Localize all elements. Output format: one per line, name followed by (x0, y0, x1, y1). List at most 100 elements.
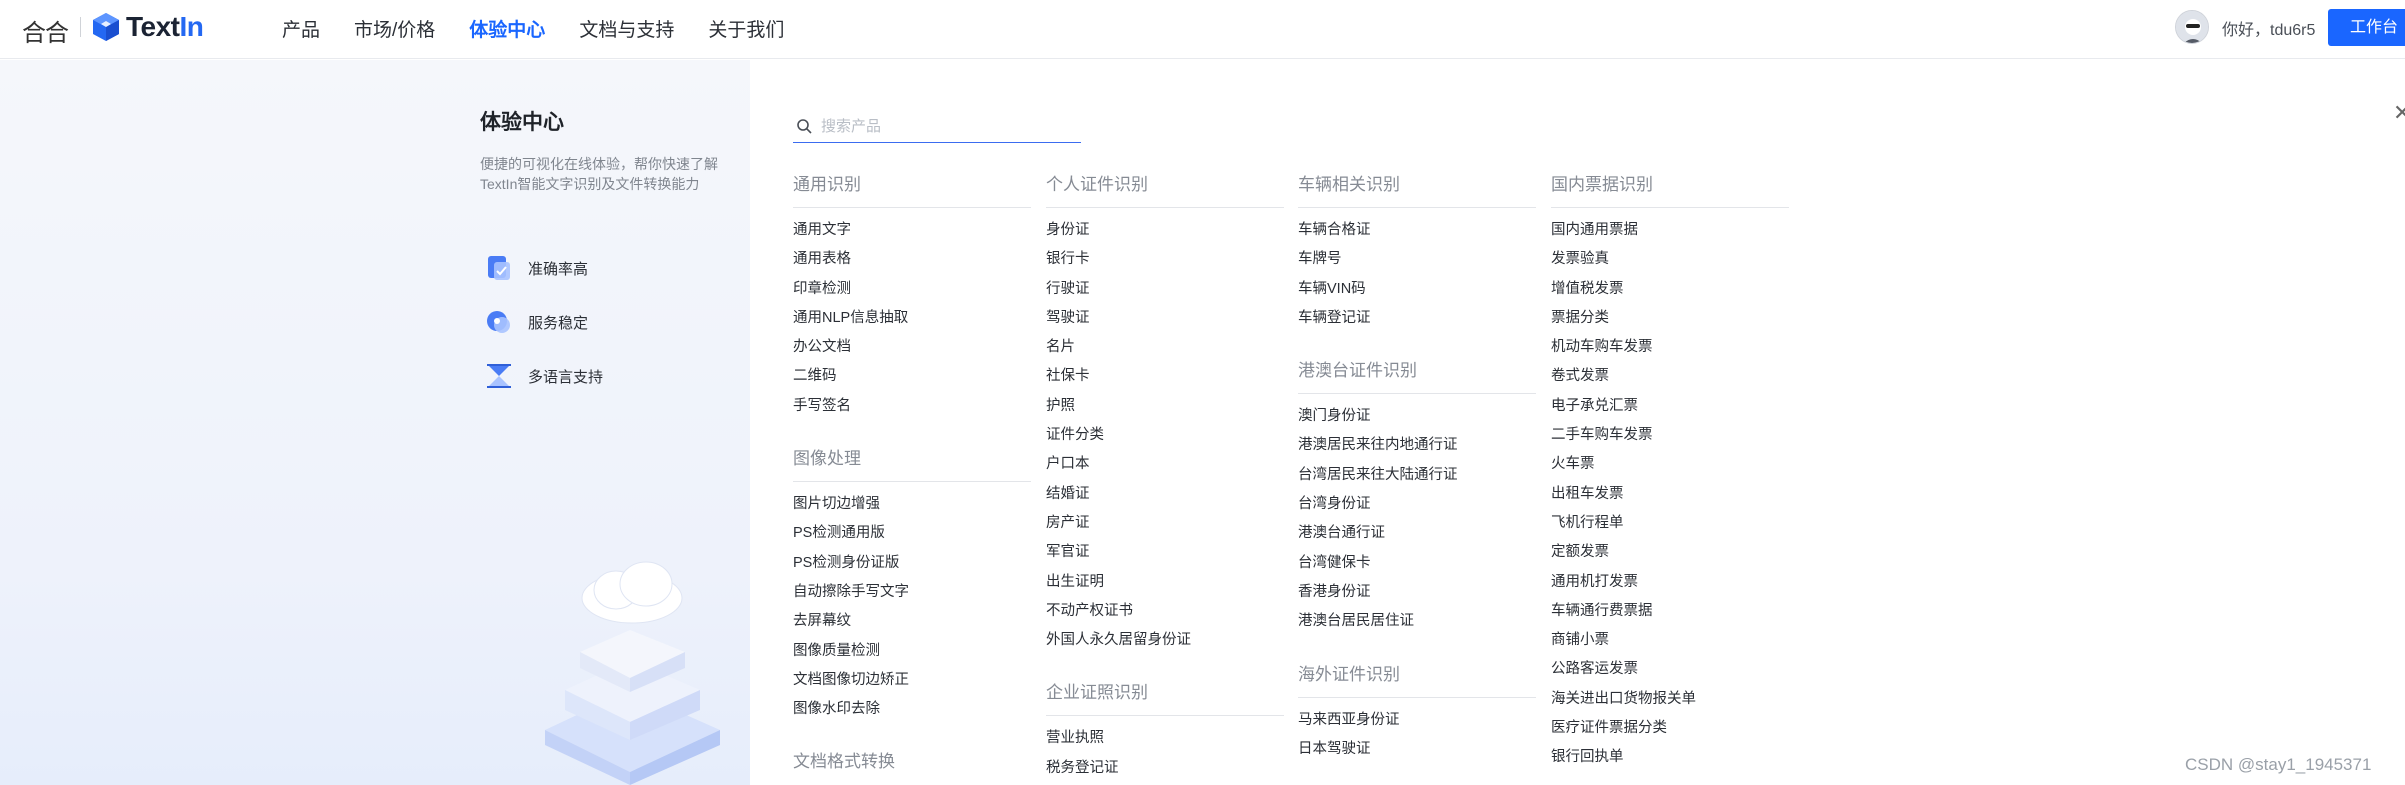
product-link[interactable]: 飞机行程单 (1551, 514, 1789, 543)
user-avatar-icon (2176, 11, 2208, 43)
category-group: 企业证照识别 营业执照 税务登记证 (1046, 682, 1284, 785)
product-link[interactable]: 行驶证 (1046, 280, 1284, 309)
product-link[interactable]: 出生证明 (1046, 573, 1284, 602)
textin-logo[interactable]: TextIn (92, 11, 204, 43)
product-link[interactable]: 银行回执单 (1551, 748, 1789, 777)
product-link[interactable]: 电子承兑汇票 (1551, 397, 1789, 426)
product-link[interactable]: 图像质量检测 (793, 642, 1031, 671)
product-link[interactable]: 日本驾驶证 (1298, 740, 1536, 769)
category-column-2: 个人证件识别 身份证 银行卡 行驶证 驾驶证 名片 社保卡 护照 证件分类 户口本 结婚证 房产证军… (1046, 174, 1284, 785)
product-link[interactable]: 名片 (1046, 338, 1284, 367)
nav-docs-support[interactable]: 文档与支持 (579, 15, 674, 42)
csdn-watermark: CSDN @stay1_1945371 (2185, 755, 2372, 774)
product-link[interactable]: 海关进出口货物报关单 (1551, 690, 1789, 719)
nav-pricing[interactable]: 市场/价格 (354, 15, 435, 42)
product-link[interactable]: 火车票 (1551, 455, 1789, 484)
product-link[interactable]: 国内通用票据 (1551, 221, 1789, 250)
top-header: 合合 TextIn 产品 市场/价格 体验中心 文档与支持 关于我们 你好，td… (0, 0, 2405, 59)
product-link[interactable]: 通用表格 (793, 250, 1031, 279)
product-link[interactable]: 医疗证件票据分类 (1551, 719, 1789, 748)
product-link[interactable]: 税务登记证 (1046, 759, 1284, 785)
language-icon (484, 361, 514, 391)
product-link[interactable]: PS检测通用版 (793, 524, 1031, 553)
product-link[interactable]: 台湾居民来往大陆通行证 (1298, 466, 1536, 495)
product-link[interactable]: 台湾身份证 (1298, 495, 1536, 524)
category-group: 车辆相关识别 车辆合格证 车牌号 车辆VIN码 车辆登记证 (1298, 174, 1536, 338)
product-link[interactable]: 台湾健保卡 (1298, 554, 1536, 583)
category-group: 国内票据识别 国内通用票据 发票验真 增值税发票 票据分类 机动车购车发票 卷式发票 电子承… (1551, 174, 1789, 778)
feature-multilingual: 多语言支持 (484, 361, 603, 391)
product-link[interactable]: 银行卡 (1046, 250, 1284, 279)
product-link[interactable]: 自动擦除手写文字 (793, 583, 1031, 612)
product-link[interactable]: 图像水印去除 (793, 700, 1031, 729)
product-link[interactable]: 通用机打发票 (1551, 573, 1789, 602)
product-link[interactable]: 驾驶证 (1046, 309, 1284, 338)
product-link[interactable]: 证件分类 (1046, 426, 1284, 455)
product-link[interactable]: 去屏幕纹 (793, 612, 1031, 641)
close-icon[interactable]: ✕ (2393, 100, 2405, 126)
panel-title: 体验中心 (480, 111, 564, 134)
product-link[interactable]: 车辆VIN码 (1298, 280, 1536, 309)
product-link[interactable]: 二维码 (793, 367, 1031, 396)
product-link[interactable]: 营业执照 (1046, 729, 1284, 758)
product-link[interactable]: 图片切边增强 (793, 495, 1031, 524)
product-link[interactable]: 办公文档 (793, 338, 1031, 367)
product-link[interactable]: 香港身份证 (1298, 583, 1536, 612)
product-link[interactable]: 手写签名 (793, 397, 1031, 426)
product-link[interactable]: 定额发票 (1551, 543, 1789, 572)
product-link[interactable]: 房产证 (1046, 514, 1284, 543)
product-link[interactable]: 文档图像切边矫正 (793, 671, 1031, 700)
product-link[interactable]: PS检测身份证版 (793, 554, 1031, 583)
nav-about[interactable]: 关于我们 (708, 15, 784, 42)
brand-divider (80, 17, 81, 37)
product-link[interactable]: 户口本 (1046, 455, 1284, 484)
product-link[interactable]: 军官证 (1046, 543, 1284, 572)
product-link[interactable]: 二手车购车发票 (1551, 426, 1789, 455)
main-nav: 产品 市场/价格 体验中心 文档与支持 关于我们 (282, 15, 818, 42)
product-link[interactable]: 票据分类 (1551, 309, 1789, 338)
feature-accuracy: 准确率高 (484, 253, 588, 283)
product-link[interactable]: 商铺小票 (1551, 631, 1789, 660)
product-link[interactable]: 机动车购车发票 (1551, 338, 1789, 367)
product-link[interactable]: 结婚证 (1046, 485, 1284, 514)
category-title: 海外证件识别 (1298, 664, 1536, 698)
brand-mark[interactable]: 合合 (22, 13, 69, 48)
product-link[interactable]: 通用NLP信息抽取 (793, 309, 1031, 338)
product-link[interactable]: 发票验真 (1551, 250, 1789, 279)
product-link[interactable]: 不动产权证书 (1046, 602, 1284, 631)
product-link[interactable]: 车辆登记证 (1298, 309, 1536, 338)
feature-label: 多语言支持 (528, 368, 604, 386)
product-link[interactable]: 港澳台通行证 (1298, 524, 1536, 553)
product-link[interactable]: 增值税发票 (1551, 280, 1789, 309)
product-link[interactable]: 港澳台居民居住证 (1298, 612, 1536, 641)
user-greeting[interactable]: 你好，tdu6r5 (2222, 16, 2315, 40)
category-title: 国内票据识别 (1551, 174, 1789, 208)
product-link[interactable]: 港澳居民来往内地通行证 (1298, 436, 1536, 465)
product-link[interactable]: 公路客运发票 (1551, 660, 1789, 689)
product-link[interactable]: 护照 (1046, 397, 1284, 426)
product-link[interactable]: 马来西亚身份证 (1298, 711, 1536, 740)
cloud-server-illustration (545, 561, 720, 785)
product-link[interactable]: 通用文字 (793, 221, 1031, 250)
category-title: 港澳台证件识别 (1298, 360, 1536, 395)
workbench-button[interactable]: 工作台 (2328, 9, 2405, 46)
nav-experience-center[interactable]: 体验中心 (469, 15, 545, 42)
product-link[interactable]: 外国人永久居留身份证 (1046, 631, 1284, 660)
nav-products[interactable]: 产品 (282, 15, 320, 42)
avatar[interactable] (2175, 10, 2209, 44)
category-title: 通用识别 (793, 174, 1031, 208)
category-group: 通用识别 通用文字 通用表格 印章检测 通用NLP信息抽取 办公文档 二维码 手写签名 (793, 174, 1031, 426)
logo-text: TextIn (126, 11, 204, 42)
product-link[interactable]: 印章检测 (793, 280, 1031, 309)
product-link[interactable]: 社保卡 (1046, 367, 1284, 396)
product-link[interactable]: 车辆通行费票据 (1551, 602, 1789, 631)
product-link[interactable]: 车辆合格证 (1298, 221, 1536, 250)
product-link[interactable]: 身份证 (1046, 221, 1284, 250)
product-search (793, 110, 1081, 143)
product-link[interactable]: 出租车发票 (1551, 485, 1789, 514)
product-link[interactable]: 澳门身份证 (1298, 407, 1536, 436)
search-input[interactable] (821, 117, 1071, 135)
product-link[interactable]: 卷式发票 (1551, 367, 1789, 396)
category-column-1: 通用识别 通用文字 通用表格 印章检测 通用NLP信息抽取 办公文档 二维码 手写签名 图像… (793, 174, 1031, 785)
product-link[interactable]: 车牌号 (1298, 250, 1536, 279)
